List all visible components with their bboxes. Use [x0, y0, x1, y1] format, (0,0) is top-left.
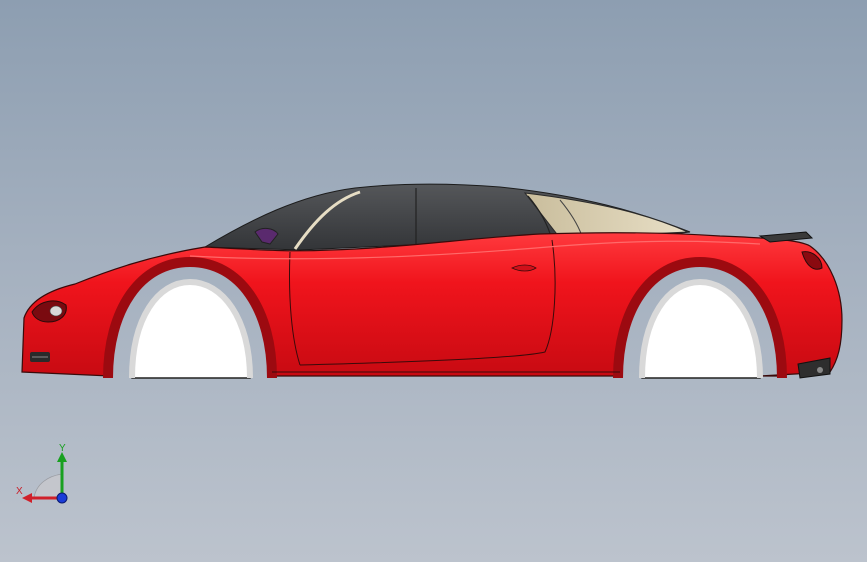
triad-plane — [33, 473, 63, 499]
front-wheel-well — [131, 281, 251, 379]
triad-graphic — [22, 452, 68, 504]
x-axis-label: X — [16, 486, 23, 497]
rear-spoiler — [758, 231, 814, 243]
graphics-viewport[interactable]: X Y — [0, 0, 867, 562]
car-model[interactable] — [0, 0, 867, 562]
y-axis-label: Y — [59, 443, 66, 454]
rear-wheel-well — [641, 281, 761, 379]
axis-triad: X Y — [10, 438, 80, 512]
z-axis-dot — [56, 492, 68, 504]
